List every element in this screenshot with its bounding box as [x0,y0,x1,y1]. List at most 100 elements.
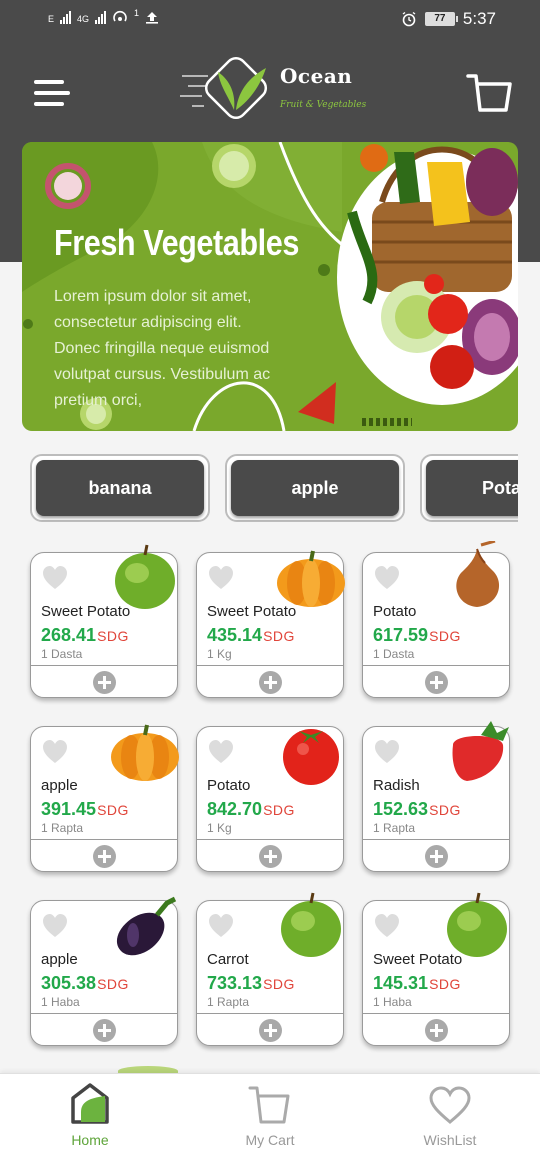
product-name: Sweet Potato [41,603,131,620]
product-card[interactable]: Sweet Potato 435.14SDG 1 Kg [196,550,345,699]
heart-icon [429,1086,471,1124]
home-icon [71,1083,109,1124]
hotspot-icon [113,10,127,22]
price-currency: SDG [429,628,461,644]
price-value: 842.70 [207,799,263,819]
product-price: 145.31SDG [373,973,461,994]
heart-icon[interactable] [41,739,69,765]
product-unit: 1 Kg [207,821,232,835]
nav-wishlist[interactable]: WishList [390,1082,510,1152]
price-currency: SDG [263,628,295,644]
price-currency: SDG [97,628,129,644]
card-footer [363,1013,509,1047]
product-price: 152.63SDG [373,799,461,820]
card-footer [197,1013,343,1047]
product-price: 391.45SDG [41,799,129,820]
category-chip-apple[interactable]: apple [225,454,405,522]
product-card[interactable]: apple 391.45SDG 1 Rapta [30,724,179,872]
price-value: 435.14 [207,625,263,645]
price-value: 152.63 [373,799,429,819]
card-footer [363,665,509,699]
add-to-cart-button[interactable] [93,845,116,868]
network-type-label: E [48,14,55,24]
product-price: 435.14SDG [207,625,295,646]
status-right: 77 5:37 [401,9,496,29]
nav-my-cart-label: My Cart [245,1132,295,1148]
heart-icon[interactable] [207,739,235,765]
heart-icon[interactable] [41,565,69,591]
add-to-cart-button[interactable] [259,845,282,868]
product-price: 842.70SDG [207,799,295,820]
price-currency: SDG [97,976,129,992]
card-footer [197,665,343,699]
product-card[interactable]: Sweet Potato 145.31SDG 1 Haba [362,892,510,1047]
status-left: E 4G 1 [48,8,159,24]
nav-home[interactable]: Home [30,1082,150,1152]
add-to-cart-button[interactable] [425,671,448,694]
banner-title: Fresh Vegetables [54,222,299,263]
brand-tagline: Fruit & Vegetables [280,100,367,110]
card-footer [197,839,343,873]
card-footer [31,1013,177,1047]
product-card[interactable]: apple 305.38SDG 1 Haba [30,896,178,1047]
card-footer [363,839,509,873]
add-to-cart-button[interactable] [259,1019,282,1042]
product-name: Sweet Potato [373,951,463,968]
status-bar: E 4G 1 77 5:37 [0,0,540,40]
product-name: Radish [373,777,420,794]
leaf-logo-icon [180,56,268,120]
price-value: 391.45 [41,799,97,819]
heart-icon[interactable] [373,565,401,591]
product-image [283,729,339,785]
card-footer [31,665,177,699]
bottom-nav: Home My Cart WishList [0,1073,540,1156]
product-unit: 1 Haba [373,995,412,1009]
product-unit: 1 Kg [207,647,232,661]
price-value: 145.31 [373,973,429,993]
product-card[interactable]: Carrot 733.13SDG 1 Rapta [196,892,344,1047]
product-card[interactable]: Potato 617.59SDG 1 Dasta [362,541,510,699]
heart-icon[interactable] [373,913,401,939]
category-chip-potato[interactable]: Potato [420,454,518,522]
cart-icon [248,1086,290,1124]
promo-banner[interactable]: Fresh Vegetables Lorem ipsum dolor sit a… [22,142,518,431]
product-image [452,721,509,781]
product-card[interactable]: Radish 152.63SDG 1 Rapta [362,721,510,873]
product-card[interactable]: Potato 842.70SDG 1 Kg [196,726,344,872]
product-unit: 1 Rapta [207,995,250,1009]
heart-icon[interactable] [41,913,69,939]
category-list: banana apple Potato [0,440,518,540]
brand-logo: Ocean Fruit & Vegetables [178,56,368,126]
add-to-cart-button[interactable] [259,671,282,694]
heart-icon[interactable] [207,565,235,591]
product-unit: 1 Dasta [41,647,83,661]
category-chip-label: apple [231,460,399,516]
category-chip-label: Potato [426,460,518,516]
price-value: 617.59 [373,625,429,645]
price-currency: SDG [429,802,461,818]
hamburger-icon[interactable] [34,78,70,108]
category-chip-banana[interactable]: banana [30,454,210,522]
notification-count: 1 [134,8,140,18]
add-to-cart-button[interactable] [93,1019,116,1042]
nav-my-cart[interactable]: My Cart [210,1082,330,1152]
product-card[interactable]: Sweet Potato 268.41SDG 1 Dasta [30,544,178,699]
upload-icon [146,12,159,24]
cart-icon[interactable] [466,70,514,116]
heart-icon[interactable] [373,739,401,765]
price-value: 268.41 [41,625,97,645]
add-to-cart-button[interactable] [425,1019,448,1042]
product-price: 268.41SDG [41,625,129,646]
product-name: Carrot [207,951,249,968]
add-to-cart-button[interactable] [425,845,448,868]
price-currency: SDG [429,976,461,992]
add-to-cart-button[interactable] [93,671,116,694]
price-value: 305.38 [41,973,97,993]
nav-home-label: Home [71,1132,109,1148]
heart-icon[interactable] [207,913,235,939]
network-4g-label: 4G [77,14,90,24]
price-currency: SDG [263,976,295,992]
product-unit: 1 Rapta [373,821,416,835]
product-name: Potato [207,777,251,794]
signal-icon-2 [95,10,107,24]
